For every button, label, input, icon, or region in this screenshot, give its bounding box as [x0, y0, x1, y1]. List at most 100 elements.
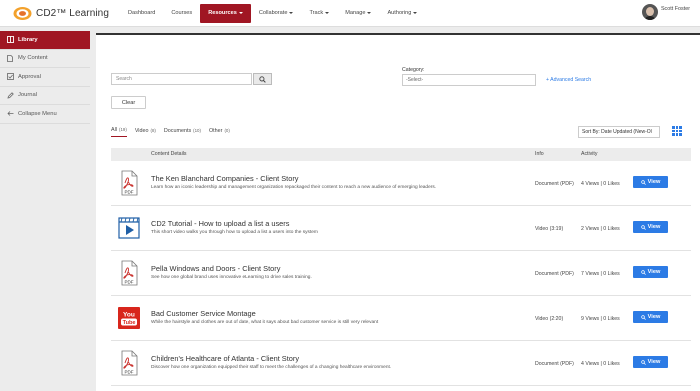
nav-label: Dashboard	[128, 10, 156, 16]
sidebar-item-collapse-menu[interactable]: Collapse Menu	[0, 105, 90, 124]
resource-description: Learn how an iconic leadership and manag…	[151, 185, 437, 190]
table-row[interactable]: PDF The Ken Blanchard Companies - Client…	[111, 161, 691, 206]
nav-label: Track	[309, 10, 324, 16]
resource-info: Document (PDF)	[535, 361, 574, 367]
pdf-icon[interactable]: PDF	[117, 350, 141, 376]
video-icon[interactable]	[117, 215, 141, 241]
app-logo[interactable]: CD2™ Learning	[13, 6, 109, 21]
tab-count: (8)	[150, 128, 156, 133]
tab-count: (10)	[193, 128, 201, 133]
view-button[interactable]: View	[633, 311, 668, 323]
sidebar: Library My Content Approval Journal Coll…	[0, 31, 90, 391]
nav-label: Courses	[171, 10, 193, 16]
resource-list: PDF The Ken Blanchard Companies - Client…	[111, 161, 691, 386]
category-select[interactable]: -Select-	[402, 74, 536, 86]
collapse-arrow-icon	[6, 110, 14, 118]
sidebar-item-label: Journal	[18, 92, 38, 99]
search-button[interactable]	[253, 73, 272, 85]
resource-info: Video (3:19)	[535, 226, 564, 232]
search-icon	[640, 179, 646, 185]
svg-text:Tube: Tube	[123, 320, 136, 326]
user-menu[interactable]: Scott Foster	[641, 4, 690, 20]
user-name[interactable]: Scott Foster	[661, 6, 690, 12]
svg-text:PDF: PDF	[125, 280, 134, 285]
search-icon	[640, 269, 646, 275]
table-row[interactable]: PDF Pella Windows and Doors - Client Sto…	[111, 251, 691, 296]
tab-other[interactable]: Other (0)	[209, 128, 230, 137]
nav-label: Authoring	[387, 10, 412, 16]
pdf-icon[interactable]: PDF	[117, 260, 141, 286]
resource-description: See how one global brand uses innovative…	[151, 275, 312, 280]
sidebar-item-label: Library	[18, 36, 38, 43]
resource-title[interactable]: CD2 Tutorial - How to upload a list a us…	[151, 219, 289, 228]
logo-text: CD2™ Learning	[36, 8, 110, 19]
sidebar-item-my-content[interactable]: My Content	[0, 50, 90, 68]
filter-tabs: All (19) Video (8) Documents (10) Other (0)	[111, 127, 238, 137]
view-button-label: View	[647, 314, 661, 320]
resource-activity: 4 Views | 0 Likes	[581, 181, 620, 187]
tab-label: Video	[134, 128, 149, 134]
avatar[interactable]	[641, 4, 658, 20]
main-nav: Dashboard Courses Resources Collaborate …	[120, 4, 425, 23]
sidebar-item-journal[interactable]: Journal	[0, 87, 90, 105]
sidebar-item-approval[interactable]: Approval	[0, 68, 90, 87]
tab-label: Documents	[163, 128, 192, 134]
nav-item-courses[interactable]: Courses	[163, 4, 200, 23]
resource-title[interactable]: Bad Customer Service Montage	[151, 309, 256, 318]
youtube-icon[interactable]: You Tube	[117, 305, 141, 331]
resource-activity: 2 Views | 0 Likes	[581, 226, 620, 232]
advanced-search-link[interactable]: + Advanced Search	[546, 77, 591, 83]
tab-label: All	[111, 127, 117, 133]
view-button[interactable]: View	[633, 176, 668, 188]
resource-title[interactable]: Children's Healthcare of Atlanta - Clien…	[151, 354, 299, 363]
sidebar-item-library[interactable]: Library	[0, 31, 90, 50]
tab-count: (19)	[119, 127, 127, 132]
resource-title[interactable]: The Ken Blanchard Companies - Client Sto…	[151, 174, 298, 183]
search-icon	[259, 75, 266, 83]
caret-down-icon	[325, 11, 330, 14]
view-button[interactable]: View	[633, 266, 668, 278]
pencil-icon	[6, 91, 14, 99]
tab-all[interactable]: All (19)	[111, 127, 127, 137]
view-button-label: View	[647, 179, 661, 185]
avatar-face	[645, 7, 654, 16]
nav-item-collaborate[interactable]: Collaborate	[251, 4, 302, 23]
table-header: Content Details Info Activity	[111, 148, 691, 161]
view-button-label: View	[647, 269, 661, 275]
sort-select[interactable]: Sort By: Date Updated (New-Ol	[578, 126, 660, 138]
table-row[interactable]: PDF Children's Healthcare of Atlanta - C…	[111, 341, 691, 386]
avatar-shirt	[643, 16, 656, 20]
table-row[interactable]: CD2 Tutorial - How to upload a list a us…	[111, 206, 691, 251]
nav-item-resources[interactable]: Resources	[200, 4, 251, 23]
nav-item-dashboard[interactable]: Dashboard	[120, 4, 163, 23]
search-icon	[640, 359, 646, 365]
clear-button[interactable]: Clear	[111, 96, 146, 109]
pdf-icon[interactable]: PDF	[117, 170, 141, 196]
view-button[interactable]: View	[633, 356, 668, 368]
header-info: Info	[535, 151, 544, 157]
caret-down-icon	[238, 11, 243, 14]
view-button-label: View	[647, 359, 661, 365]
view-button[interactable]: View	[633, 221, 668, 233]
nav-item-track[interactable]: Track	[301, 4, 337, 23]
svg-text:PDF: PDF	[125, 190, 134, 195]
resource-info: Document (PDF)	[535, 271, 574, 277]
caret-down-icon	[367, 11, 372, 14]
tab-count: (0)	[224, 128, 230, 133]
resource-title[interactable]: Pella Windows and Doors - Client Story	[151, 264, 280, 273]
search-input[interactable]	[111, 73, 252, 85]
checkbox-icon	[6, 73, 14, 81]
tab-documents[interactable]: Documents (10)	[164, 128, 201, 137]
table-row[interactable]: You Tube Bad Customer Service Montage Wh…	[111, 296, 691, 341]
resource-info: Video (2:20)	[535, 316, 564, 322]
nav-item-manage[interactable]: Manage	[337, 4, 379, 23]
tab-video[interactable]: Video (8)	[135, 128, 156, 137]
resource-activity: 7 Views | 0 Likes	[581, 271, 620, 277]
resource-description: This short video walks you through how t…	[151, 230, 318, 235]
caret-down-icon	[413, 11, 418, 14]
search-icon	[640, 224, 646, 230]
top-navigation-bar: CD2™ Learning Dashboard Courses Resource…	[0, 0, 700, 27]
grid-view-icon[interactable]	[672, 126, 682, 136]
nav-label: Manage	[345, 10, 366, 16]
nav-item-authoring[interactable]: Authoring	[379, 4, 425, 23]
